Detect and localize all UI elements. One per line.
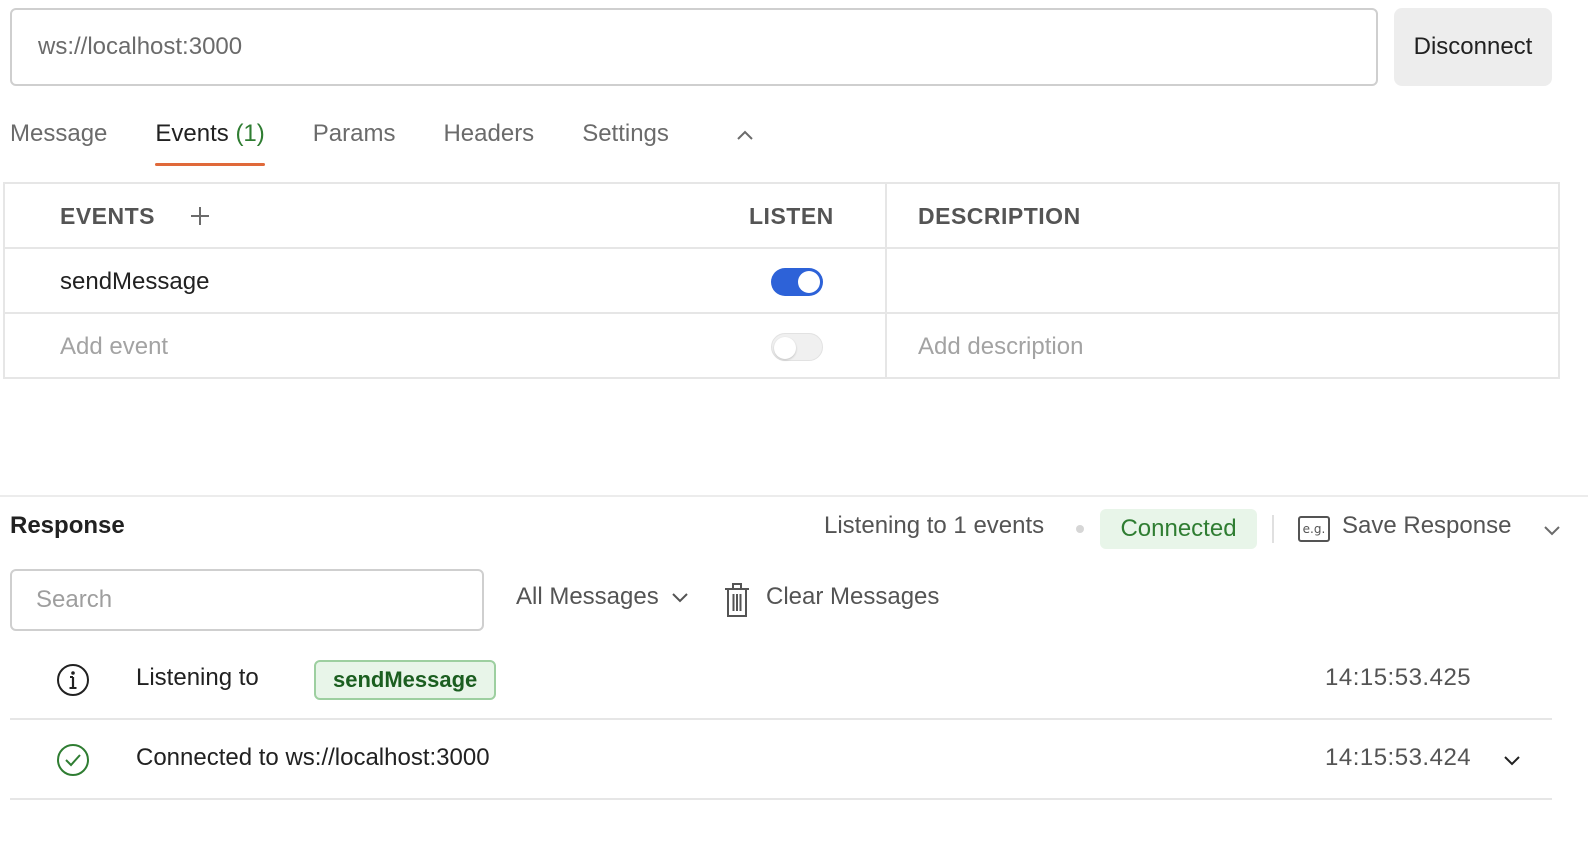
tab-message-label: Message: [10, 120, 108, 147]
tab-events-count: (1): [235, 120, 265, 147]
tab-settings-label: Settings: [582, 120, 669, 147]
chevron-down-icon: [672, 593, 688, 603]
toggle-knob: [774, 337, 796, 359]
tab-params[interactable]: Params: [313, 112, 396, 166]
save-response-button[interactable]: Save Response: [1342, 512, 1511, 540]
chevron-down-icon[interactable]: [1500, 748, 1524, 772]
message-filter-dropdown[interactable]: All Messages: [516, 583, 691, 611]
tab-events[interactable]: Events (1): [155, 112, 266, 166]
clear-messages-button[interactable]: Clear Messages: [766, 583, 939, 611]
tab-settings[interactable]: Settings: [582, 112, 669, 166]
listen-toggle-new[interactable]: [771, 333, 823, 361]
description-column-header: DESCRIPTION: [918, 203, 1081, 229]
example-icon[interactable]: e.g.: [1298, 516, 1330, 542]
tab-headers[interactable]: Headers: [443, 112, 534, 166]
request-tabs: Message Events (1) Params Headers Settin…: [10, 112, 717, 168]
table-row-new: Add event Add description: [5, 314, 1558, 379]
tab-events-label: Events: [155, 120, 229, 147]
chevron-up-icon[interactable]: [734, 124, 756, 146]
list-item[interactable]: Connected to ws://localhost:3000 14:15:5…: [10, 720, 1552, 800]
url-input[interactable]: ws://localhost:3000: [10, 8, 1378, 86]
table-row: sendMessage: [5, 249, 1558, 314]
log-timestamp: 14:15:53.425: [1325, 664, 1472, 691]
toggle-knob: [798, 271, 820, 293]
event-name-cell[interactable]: sendMessage: [60, 249, 209, 314]
listen-toggle[interactable]: [771, 268, 823, 296]
search-input[interactable]: Search: [10, 569, 484, 631]
dot-separator: [1076, 525, 1084, 533]
events-table: EVENTS LISTEN DESCRIPTION sendMessage Ad…: [3, 182, 1560, 379]
trash-icon[interactable]: [724, 583, 750, 617]
plus-icon[interactable]: [188, 204, 212, 228]
response-title: Response: [10, 512, 125, 539]
filter-label: All Messages: [516, 583, 659, 610]
listen-column-header: LISTEN: [749, 203, 834, 229]
log-message-text: Connected to ws://localhost:3000: [136, 744, 490, 771]
log-message-text: Listening to: [136, 664, 259, 691]
add-event-input[interactable]: Add event: [60, 314, 168, 379]
response-divider[interactable]: [0, 495, 1588, 497]
events-column-header: EVENTS: [60, 203, 156, 229]
events-table-header: EVENTS LISTEN DESCRIPTION: [5, 184, 1558, 249]
svg-text:e.g.: e.g.: [1303, 522, 1326, 536]
chevron-down-icon[interactable]: [1540, 518, 1564, 542]
disconnect-button[interactable]: Disconnect: [1394, 8, 1552, 86]
info-icon: [57, 664, 89, 696]
list-item[interactable]: Listening to sendMessage 14:15:53.425: [10, 640, 1552, 720]
tab-params-label: Params: [312, 120, 396, 147]
add-description-input[interactable]: Add description: [918, 314, 1083, 379]
status-badge: Connected: [1100, 509, 1257, 549]
log-timestamp: 14:15:53.424: [1325, 744, 1472, 771]
event-tag: sendMessage: [314, 660, 497, 700]
divider: [1272, 515, 1274, 543]
tab-message[interactable]: Message: [10, 112, 107, 166]
tab-headers-label: Headers: [443, 120, 535, 147]
check-circle-icon: [57, 744, 89, 776]
listening-status: Listening to 1 events: [824, 512, 1045, 539]
